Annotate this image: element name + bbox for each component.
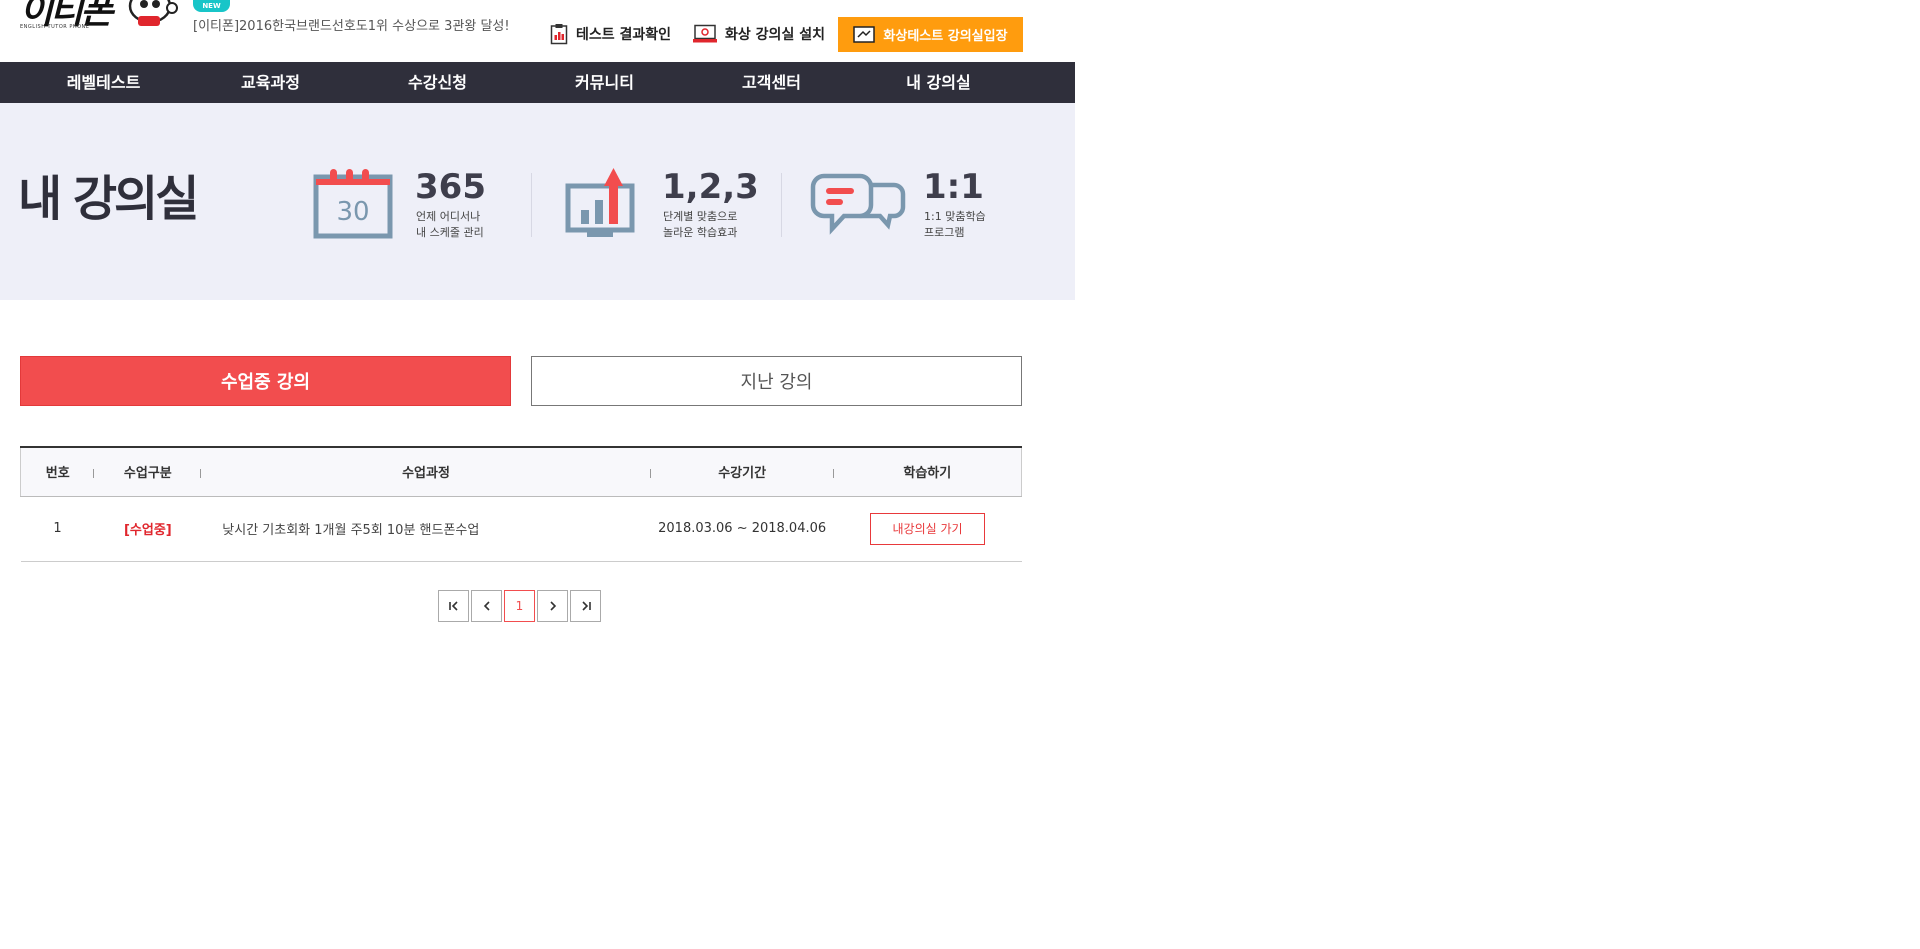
next-page-button[interactable] — [537, 590, 568, 622]
feature-steps: 1,2,3 단계별 맞춤으로 놀라운 학습효과 — [565, 163, 765, 243]
feature-line1: 1:1 맞춤학습 — [924, 210, 986, 223]
feature-line2: 내 스케줄 관리 — [416, 226, 484, 239]
install-classroom-link[interactable]: 화상 강의실 설치 — [693, 17, 825, 51]
feature-big-text: 365 — [415, 167, 486, 207]
nav-item-my-classroom[interactable]: 내 강의실 — [855, 62, 1022, 103]
table-row: 1 [수업중] 낮시간 기초회화 1개월 주5회 10분 핸드폰수업 2018.… — [20, 496, 1022, 562]
divider — [781, 173, 782, 237]
class-table: 번호 수업구분 수업과정 수강기간 학습하기 1 [수업중] 낮시간 기초회화 … — [20, 446, 1022, 562]
mascot-icon — [128, 0, 178, 26]
col-header-type: 수업구분 — [94, 446, 202, 497]
enter-test-classroom-label: 화상테스트 강의실입장 — [883, 29, 1008, 44]
test-result-link[interactable]: 테스트 결과확인 — [550, 17, 671, 51]
feature-one-on-one: 1:1 1:1 맞춤학습 프로그램 — [810, 163, 1010, 243]
nav-item-level-test[interactable]: 레벨테스트 — [20, 62, 187, 103]
feature-schedule: 30 365 언제 어디서나 내 스케줄 관리 — [313, 163, 513, 243]
top-links: 테스트 결과확인 화상 강의실 설치 — [550, 17, 847, 51]
new-badge: NEW — [193, 0, 230, 12]
col-header-course: 수업과정 — [201, 446, 651, 497]
header: 이티폰 ENGLISH TUTOR PHONE NEW [이티폰]2016한국브… — [0, 0, 1075, 62]
page-number-current[interactable]: 1 — [504, 590, 535, 622]
news-ticker[interactable]: [이티폰]2016한국브랜드선호도1위 수상으로 3관왕 달성! — [193, 15, 510, 34]
monitor-install-icon — [693, 24, 718, 43]
tab-current-classes[interactable]: 수업중 강의 — [20, 356, 511, 406]
chat-bubbles-icon — [810, 173, 906, 235]
test-result-label: 테스트 결과확인 — [576, 27, 672, 43]
feature-line1: 언제 어디서나 — [416, 210, 481, 223]
feature-line2: 놀라운 학습효과 — [663, 226, 738, 239]
feature-big-text: 1,2,3 — [662, 167, 759, 207]
page-title: 내 강의실 — [18, 171, 199, 227]
nav-item-enrollment[interactable]: 수강신청 — [354, 62, 521, 103]
chevron-right-icon — [549, 601, 556, 611]
col-header-number: 번호 — [20, 446, 95, 497]
feature-line1: 단계별 맞춤으로 — [663, 210, 738, 223]
last-page-button[interactable] — [570, 590, 601, 622]
cell-status: [수업중] — [94, 496, 202, 562]
logo-subtitle: ENGLISH TUTOR PHONE — [20, 24, 90, 30]
chevron-left-icon — [483, 601, 490, 611]
first-page-button[interactable] — [438, 590, 469, 622]
table-header-row: 번호 수업구분 수업과정 수강기간 학습하기 — [20, 446, 1022, 497]
divider — [531, 173, 532, 237]
my-classroom-banner: 내 강의실 30 365 언제 어디서나 내 스케줄 관리 1,2,3 단계별 … — [0, 103, 1075, 300]
go-to-classroom-button[interactable]: 내강의실 가기 — [870, 512, 986, 545]
chart-monitor-icon — [565, 168, 635, 237]
install-classroom-label: 화상 강의실 설치 — [725, 27, 825, 43]
cell-number: 1 — [20, 496, 95, 562]
col-header-action: 학습하기 — [833, 446, 1022, 497]
feature-big-text: 1:1 — [923, 167, 984, 207]
last-page-icon — [581, 601, 591, 611]
first-page-icon — [448, 601, 458, 611]
nav-item-courses[interactable]: 교육과정 — [187, 62, 354, 103]
prev-page-button[interactable] — [471, 590, 502, 622]
feature-line2: 프로그램 — [924, 226, 965, 239]
cell-action: 내강의실 가기 — [833, 496, 1022, 562]
enter-test-classroom-button[interactable]: 화상테스트 강의실입장 — [838, 17, 1023, 52]
pagination: 1 — [438, 590, 603, 622]
tab-past-classes[interactable]: 지난 강의 — [531, 356, 1022, 406]
nav-item-community[interactable]: 커뮤니티 — [521, 62, 688, 103]
video-classroom-icon — [853, 26, 876, 43]
nav-item-customer-center[interactable]: 고객센터 — [688, 62, 855, 103]
main-nav: 레벨테스트 교육과정 수강신청 커뮤니티 고객센터 내 강의실 — [0, 62, 1075, 103]
test-result-icon — [550, 24, 568, 45]
logo[interactable]: 이티폰 ENGLISH TUTOR PHONE — [20, 0, 178, 34]
cell-course: 낮시간 기초회화 1개월 주5회 10분 핸드폰수업 — [201, 496, 651, 562]
cell-period: 2018.03.06 ~ 2018.04.06 — [650, 496, 834, 562]
col-header-period: 수강기간 — [650, 446, 834, 497]
calendar-day: 30 — [336, 197, 370, 227]
